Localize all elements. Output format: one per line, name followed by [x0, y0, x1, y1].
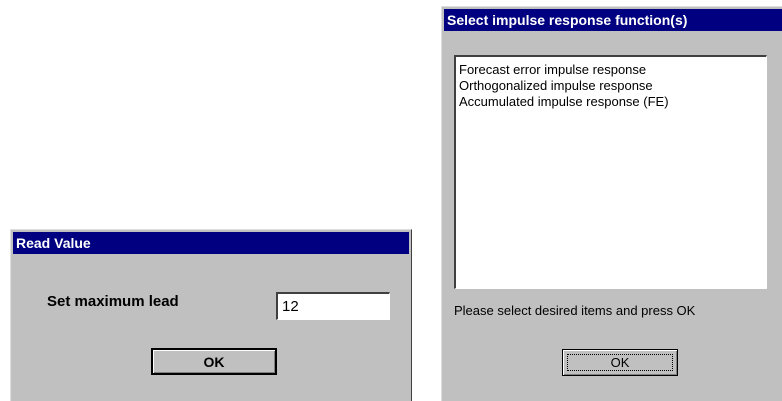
list-item-forecast-error[interactable]: Forecast error impulse response — [459, 62, 766, 78]
screen: Read Value Set maximum lead OK Select im… — [0, 0, 782, 401]
select-irf-dialog: Select impulse response function(s) Fore… — [441, 6, 782, 401]
ok-label: OK — [567, 354, 673, 371]
max-lead-input[interactable] — [276, 292, 390, 320]
list-item-accumulated[interactable]: Accumulated impulse response (FE) — [459, 94, 766, 110]
read-value-dialog: Read Value Set maximum lead OK — [10, 229, 412, 401]
max-lead-label: Set maximum lead — [47, 293, 179, 310]
dialog-title-bar[interactable]: Read Value — [13, 232, 409, 254]
instruction-text: Please select desired items and press OK — [454, 303, 696, 318]
irf-listbox[interactable]: Forecast error impulse response Orthogon… — [454, 55, 767, 289]
list-item-orthogonalized[interactable]: Orthogonalized impulse response — [459, 78, 766, 94]
ok-button[interactable]: OK — [151, 348, 277, 375]
dialog-title-bar[interactable]: Select impulse response function(s) — [444, 9, 782, 31]
ok-button[interactable]: OK — [562, 349, 678, 376]
